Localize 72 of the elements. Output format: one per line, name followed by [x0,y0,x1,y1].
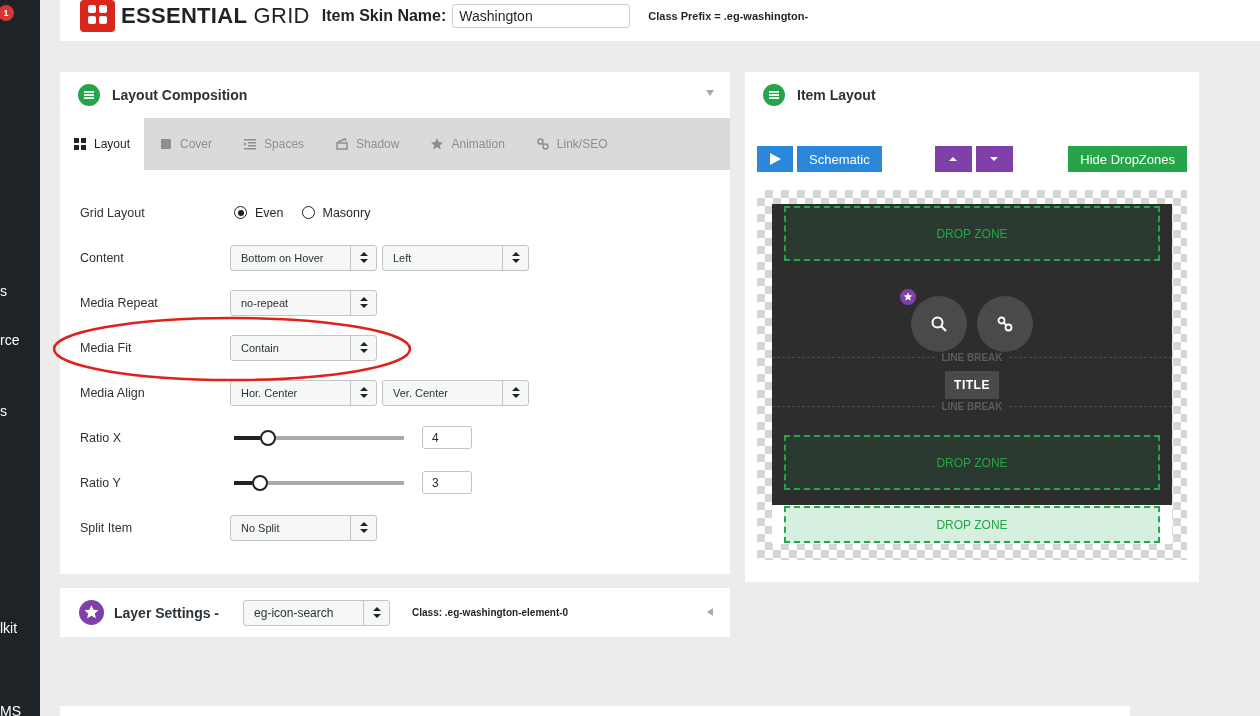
up-down-arrows-icon [372,607,381,618]
radio-option[interactable]: Masonry [301,205,371,220]
field-label: Media Fit [80,340,133,355]
field-label: Grid Layout [80,205,146,220]
radio-label: Masonry [322,205,371,220]
slider-fill[interactable] [234,435,260,440]
field-label: Media Repeat [80,295,159,310]
number-input[interactable]: 4 [422,426,472,449]
link-icon [536,138,549,150]
up-down-arrows-icon [511,252,520,263]
link-element[interactable] [977,296,1033,352]
caret-down-icon [990,156,999,162]
dropdown-select[interactable]: Left [382,244,529,271]
field-label: Ratio X [80,430,122,445]
panel-title: Layout Composition [112,87,248,103]
radio-label: Even [255,205,284,220]
dropdown-select[interactable]: Bottom on Hover [230,244,377,271]
class-prefix-text: Class Prefix = .eg-washington- [648,10,809,22]
sidebar-item[interactable]: s [0,403,40,419]
dropdown-select[interactable]: Hor. Center [230,379,377,406]
panel-title: Item Layout [797,87,876,103]
notification-badge: 1 [0,5,14,21]
play-button[interactable] [757,146,793,172]
sidebar-item[interactable]: rce [0,332,40,348]
radio-option[interactable]: Even [234,205,284,220]
menu-icon [763,84,785,106]
schematic-button[interactable]: Schematic [797,146,882,172]
move-down-button[interactable] [975,146,1013,172]
dropdown-select[interactable]: Contain [230,334,377,361]
slider-thumb[interactable] [260,429,276,446]
field-label: Ratio Y [80,475,122,490]
grid-icon [74,138,86,150]
field-label: Media Align [80,385,146,400]
square-icon [160,138,173,150]
slider-thumb[interactable] [251,474,268,491]
sidebar-item[interactable]: s [0,283,40,299]
up-down-arrows-icon [359,297,368,308]
slider-fill[interactable] [234,480,252,485]
drop-zone[interactable]: DROP ZONE [784,206,1160,261]
menu-icon [78,84,100,106]
up-down-arrows-icon [359,342,368,353]
dropdown-select[interactable]: eg-icon-search [243,599,391,626]
up-down-arrows-icon [511,387,520,398]
star-badge-icon [900,289,916,305]
number-input[interactable]: 3 [422,471,472,494]
search-icon [931,316,947,332]
dropdown-select[interactable]: No Split [230,514,377,541]
dropdown-select[interactable]: Ver. Center [382,379,529,406]
up-down-arrows-icon [359,522,368,533]
class-name-text: Class: .eg-washington-element-0 [412,607,569,618]
caret-up-icon [949,156,958,162]
link-icon [997,316,1013,332]
up-down-arrows-icon [359,252,368,263]
star-icon [431,138,444,150]
skin-name-label: Item Skin Name: [321,7,447,25]
sidebar-item[interactable]: MS [0,703,40,716]
tab[interactable]: Layout [60,118,145,170]
logo-text: ESSENTIAL GRID [121,3,310,29]
sidebar-item[interactable]: lkit [0,620,40,636]
indent-list-icon [244,138,257,150]
field-label: Split Item [80,520,134,535]
play-icon [769,153,781,165]
move-up-button[interactable] [934,146,972,172]
dropdown-select[interactable]: no-repeat [230,289,377,316]
field-label: Content [80,250,125,265]
up-down-arrows-icon [359,387,368,398]
box-icon [336,138,349,150]
skin-name-input[interactable]: Washington [452,4,631,28]
title-element[interactable]: TITLE [945,371,999,399]
search-element[interactable] [911,296,967,352]
panel-title: Layer Settings - [114,604,220,621]
drop-zone[interactable]: DROP ZONE [784,435,1160,490]
